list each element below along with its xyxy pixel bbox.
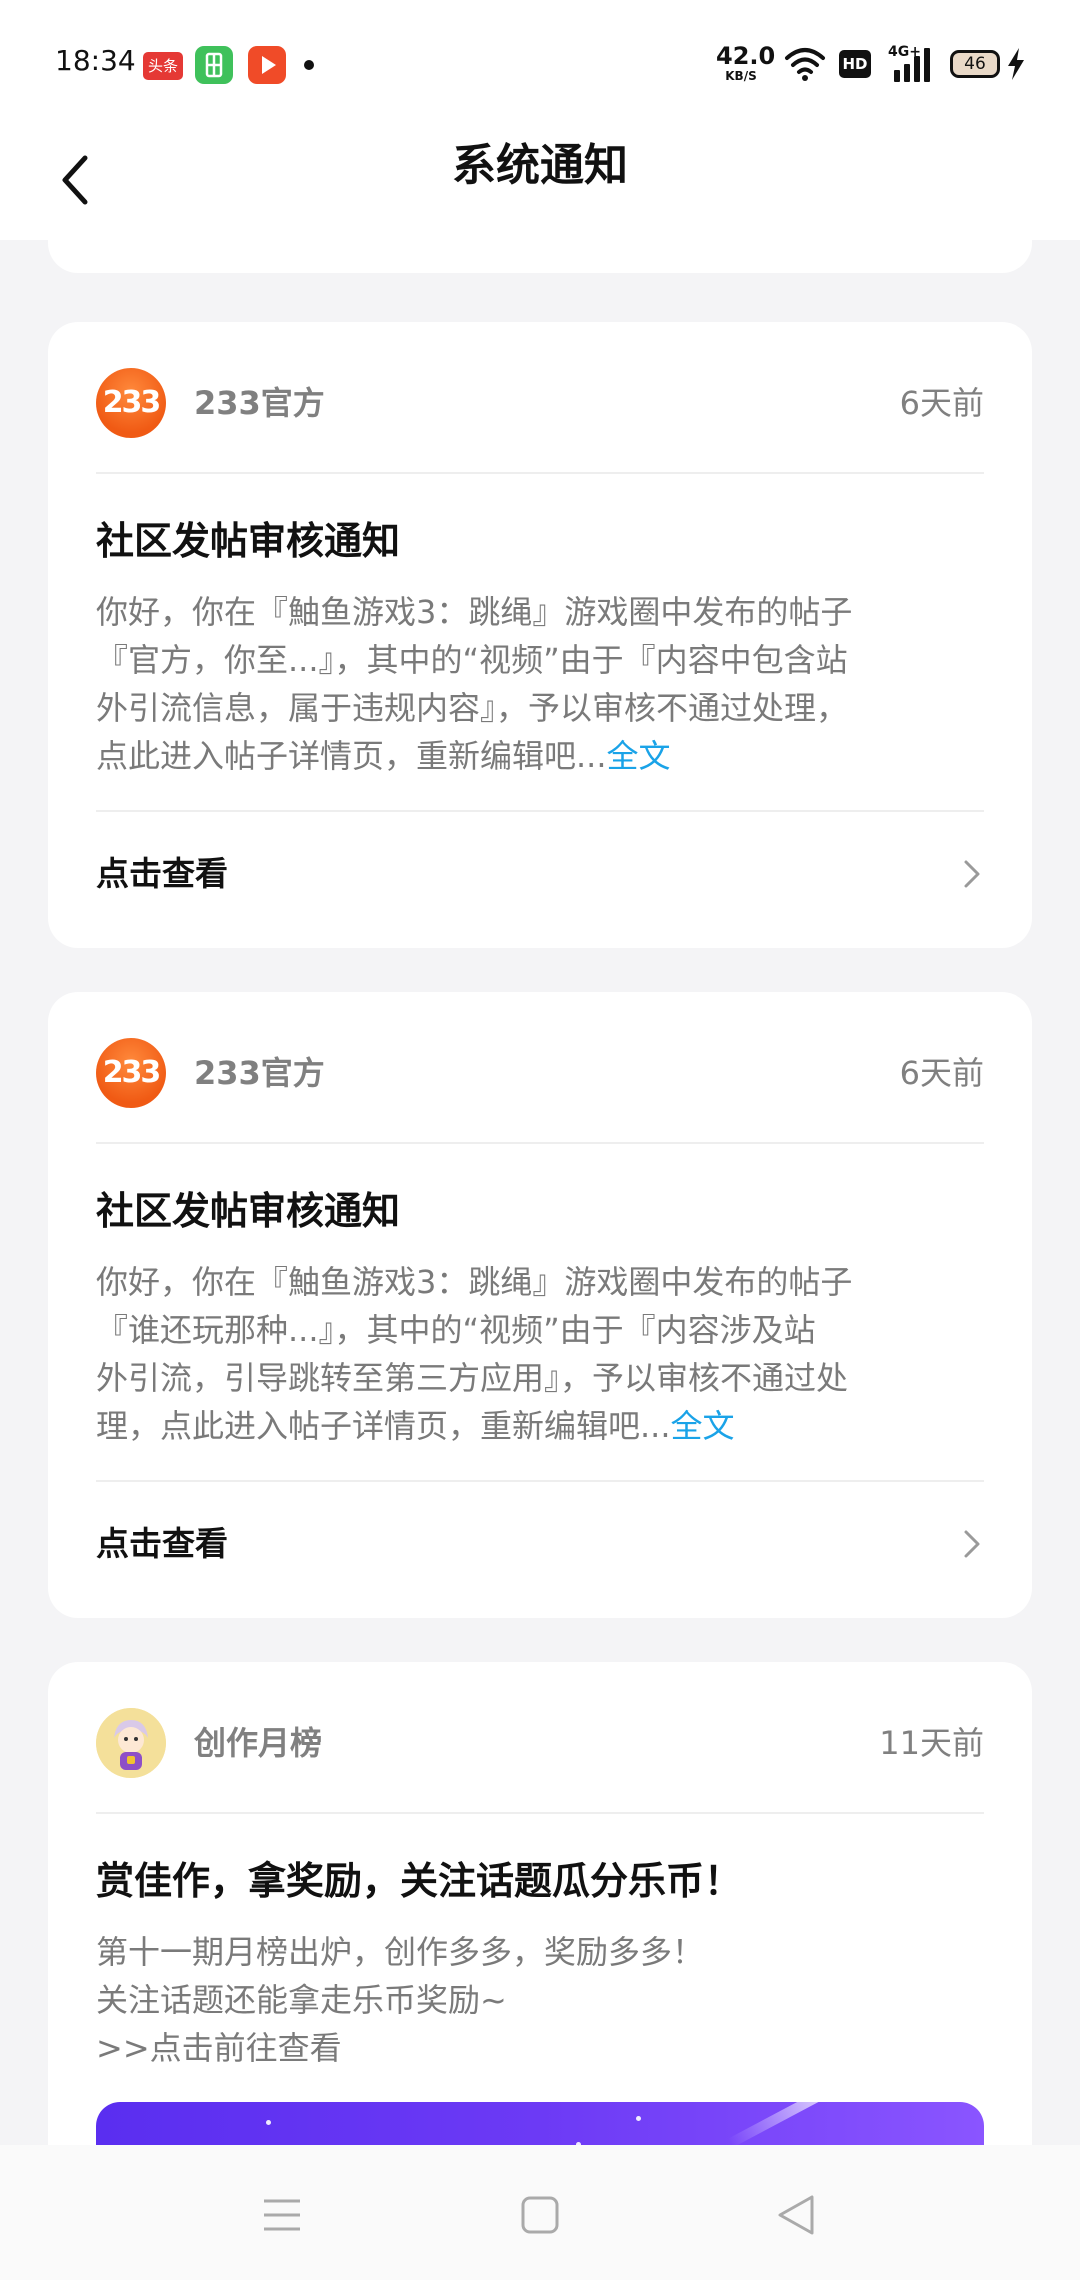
sender-name: 233官方	[194, 1054, 325, 1092]
mascot-avatar[interactable]	[96, 1708, 166, 1778]
notification-title: 社区发帖审核通知	[96, 1189, 401, 1233]
notification-body: 第十一期月榜出炉，创作多多，奖励多多！ 关注话题还能拿走乐币奖励~ >>点击前往…	[96, 1933, 705, 2067]
official-avatar[interactable]: 233	[96, 1038, 166, 1108]
battery-icon: 46	[950, 50, 1000, 78]
status-bar: 18:34 头条 42.0 KB/S HD 4G+ 46	[0, 0, 1080, 122]
view-details-row[interactable]: 点击查看	[96, 836, 984, 912]
event-banner-image[interactable]	[96, 2102, 984, 2145]
notification-time: 11天前	[879, 1724, 984, 1762]
divider	[96, 1480, 984, 1482]
notification-card[interactable]: 233 233官方 6天前 社区发帖审核通知 你好，你在『鮋鱼游戏3：跳绳』游戏…	[48, 992, 1032, 1618]
square-icon	[521, 2196, 559, 2234]
notification-body-text: 你好，你在『鮋鱼游戏3：跳绳』游戏圈中发布的帖子 『官方，你至...』，其中的“…	[96, 593, 853, 775]
view-details-label: 点击查看	[96, 854, 228, 893]
triangle-back-icon	[778, 2195, 814, 2235]
page-title: 系统通知	[452, 140, 628, 191]
menu-icon	[264, 2199, 300, 2231]
divider	[96, 1812, 984, 1814]
home-button[interactable]	[500, 2175, 580, 2255]
notification-dot-icon	[304, 60, 314, 70]
notification-list[interactable]: 233 233官方 6天前 社区发帖审核通知 你好，你在『鮋鱼游戏3：跳绳』游戏…	[0, 240, 1080, 2145]
card-header: 创作月榜 11天前	[96, 1708, 984, 1778]
video-app-icon	[248, 46, 286, 84]
back-button[interactable]	[40, 142, 110, 218]
notification-body-text: 你好，你在『鮋鱼游戏3：跳绳』游戏圈中发布的帖子 『谁还玩那种...』，其中的“…	[96, 1263, 853, 1445]
official-avatar[interactable]: 233	[96, 368, 166, 438]
sender-name: 创作月榜	[194, 1724, 323, 1762]
sender-name: 233官方	[194, 384, 325, 422]
notification-time: 6天前	[899, 384, 984, 422]
full-text-link[interactable]: 全文	[671, 1407, 735, 1445]
system-back-button[interactable]	[756, 2175, 836, 2255]
network-speed-value: 42.0	[716, 42, 776, 70]
notification-card[interactable]: 233 233官方 6天前 社区发帖审核通知 你好，你在『鮋鱼游戏3：跳绳』游戏…	[48, 322, 1032, 948]
green-app-icon	[195, 46, 233, 84]
system-navigation-bar	[0, 2145, 1080, 2280]
view-details-label: 点击查看	[96, 1524, 228, 1563]
notification-body: 你好，你在『鮋鱼游戏3：跳绳』游戏圈中发布的帖子 『谁还玩那种...』，其中的“…	[96, 1258, 996, 1450]
notification-title: 社区发帖审核通知	[96, 519, 401, 563]
chevron-left-icon	[62, 155, 88, 205]
toutiao-app-icon: 头条	[143, 52, 183, 80]
navigation-bar: 系统通知	[0, 122, 1080, 240]
notification-title: 赏佳作，拿奖励，关注话题瓜分乐币！	[96, 1859, 743, 1903]
chevron-right-icon	[964, 1530, 980, 1558]
divider	[96, 1142, 984, 1144]
charging-bolt-icon	[1005, 46, 1027, 82]
divider	[96, 472, 984, 474]
divider	[96, 810, 984, 812]
wifi-icon	[784, 46, 826, 82]
full-text-link[interactable]: 全文	[607, 737, 671, 775]
network-speed: 42.0 KB/S	[716, 42, 776, 83]
card-header: 233 233官方 6天前	[96, 368, 984, 438]
notification-body: 你好，你在『鮋鱼游戏3：跳绳』游戏圈中发布的帖子 『官方，你至...』，其中的“…	[96, 588, 996, 780]
view-details-row[interactable]: 点击查看	[96, 1506, 984, 1582]
notification-card[interactable]: 创作月榜 11天前 赏佳作，拿奖励，关注话题瓜分乐币！ 第十一期月榜出炉，创作多…	[48, 1662, 1032, 2145]
notification-time: 6天前	[899, 1054, 984, 1092]
recent-apps-button[interactable]	[242, 2175, 322, 2255]
network-speed-unit: KB/S	[725, 69, 757, 83]
chevron-right-icon	[964, 860, 980, 888]
status-time: 18:34	[55, 44, 136, 77]
cell-signal-icon: 4G+	[886, 44, 934, 82]
previous-notification-card[interactable]	[48, 240, 1032, 273]
card-header: 233 233官方 6天前	[96, 1038, 984, 1108]
hd-voice-icon: HD	[839, 50, 871, 78]
